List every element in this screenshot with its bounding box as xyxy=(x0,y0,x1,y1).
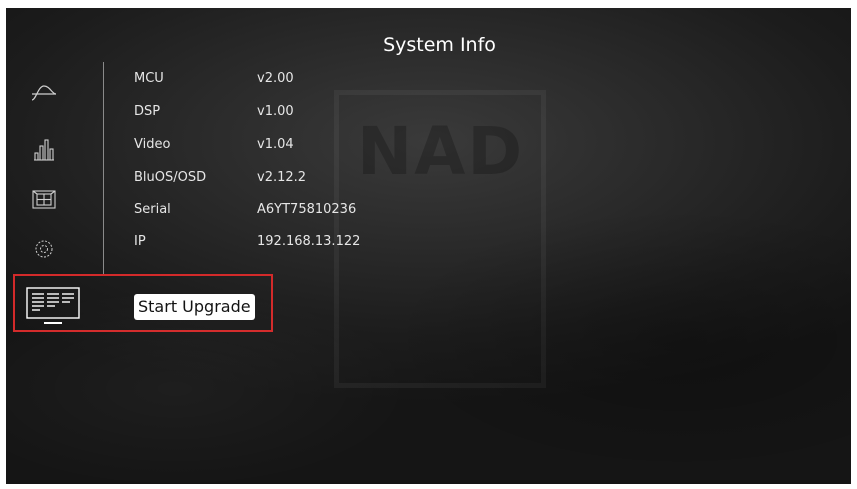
waveform-icon[interactable] xyxy=(26,78,62,108)
equalizer-icon[interactable] xyxy=(26,134,62,164)
info-value: 192.168.13.122 xyxy=(257,234,361,249)
settings-gear-icon[interactable] xyxy=(26,234,62,264)
info-value: v1.00 xyxy=(257,104,294,119)
info-label: BluOS/OSD xyxy=(134,170,207,185)
info-value: v1.04 xyxy=(257,137,294,152)
tv-screen: NAD System Info Start Upgrade MCU v2.00 … xyxy=(6,8,851,484)
info-label: MCU xyxy=(134,71,164,86)
info-value: A6YT75810236 xyxy=(257,202,357,217)
sidebar-divider xyxy=(103,62,104,274)
nad-logo-watermark: NAD xyxy=(334,90,546,388)
info-label: DSP xyxy=(134,104,161,119)
monitor-info-icon[interactable] xyxy=(24,286,82,326)
info-value: v2.12.2 xyxy=(257,170,307,185)
info-label: IP xyxy=(134,234,146,249)
info-label: Video xyxy=(134,137,171,152)
watermark-brand-text: NAD xyxy=(357,113,525,190)
start-upgrade-button[interactable]: Start Upgrade xyxy=(134,294,255,320)
page-title: System Info xyxy=(383,34,496,56)
info-label: Serial xyxy=(134,202,171,217)
info-value: v2.00 xyxy=(257,71,294,86)
speaker-layout-icon[interactable] xyxy=(26,185,62,215)
